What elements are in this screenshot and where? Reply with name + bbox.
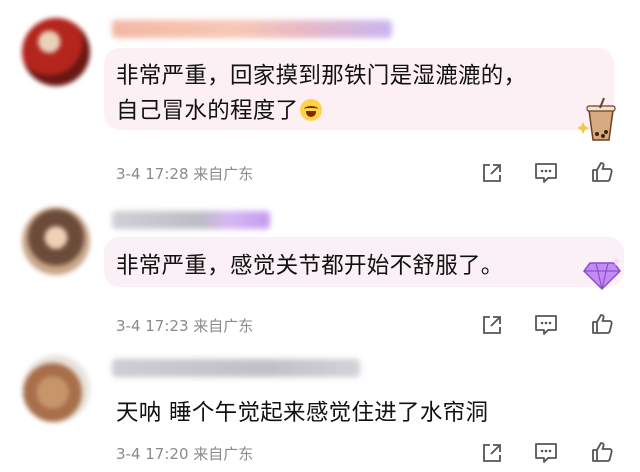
comment-button[interactable] xyxy=(533,440,559,466)
like-icon xyxy=(592,162,613,182)
username-blurred[interactable] xyxy=(112,211,270,229)
comment-icon xyxy=(535,163,557,183)
comment-meta: 3-4 17:20 来自广东 xyxy=(116,445,254,463)
comment-item: 非常严重，感觉关节都开始不舒服了。 3-4 17:23 来自广东 xyxy=(0,195,640,345)
like-button[interactable] xyxy=(589,311,615,337)
like-button[interactable] xyxy=(589,439,615,465)
avatar[interactable] xyxy=(22,207,90,275)
comment-button[interactable] xyxy=(533,312,559,338)
purple-gem-sticker-icon xyxy=(582,255,622,295)
comment-text-line: 非常严重，感觉关节都开始不舒服了。 xyxy=(116,253,504,279)
avatar[interactable] xyxy=(22,18,90,86)
username-blurred[interactable] xyxy=(112,20,392,38)
avatar[interactable] xyxy=(22,355,90,423)
comment-text-line: 天呐 睡个午觉起来感觉住进了水帘洞 xyxy=(116,400,489,426)
comment-meta: 3-4 17:23 来自广东 xyxy=(116,317,254,335)
comment-icon xyxy=(535,443,557,463)
share-button[interactable] xyxy=(479,160,505,186)
like-icon xyxy=(592,442,613,462)
comment-text-line: 非常严重，回家摸到那铁门是湿漉漉的， xyxy=(116,63,527,89)
share-icon xyxy=(483,316,501,334)
comment-item: 非常严重，回家摸到那铁门是湿漉漉的， 自己冒水的程度了 3-4 17:28 来自… xyxy=(0,0,640,195)
comment-icon xyxy=(535,315,557,335)
share-button[interactable] xyxy=(479,440,505,466)
comment-item: 天呐 睡个午觉起来感觉住进了水帘洞 3-4 17:20 来自广东 xyxy=(0,345,640,472)
comment-text: 自己冒水的程度了 xyxy=(116,98,299,124)
like-button[interactable] xyxy=(589,159,615,185)
comment-button[interactable] xyxy=(533,160,559,186)
share-icon xyxy=(483,444,501,462)
milk-tea-sticker-icon xyxy=(577,96,624,148)
comment-meta: 3-4 17:28 来自广东 xyxy=(116,165,254,183)
laughing-crying-emoji-icon xyxy=(300,99,323,121)
share-icon xyxy=(483,164,501,182)
like-icon xyxy=(592,314,613,334)
share-button[interactable] xyxy=(479,312,505,338)
comment-text-line: 自己冒水的程度了 xyxy=(116,93,323,125)
username-blurred[interactable] xyxy=(112,359,360,377)
